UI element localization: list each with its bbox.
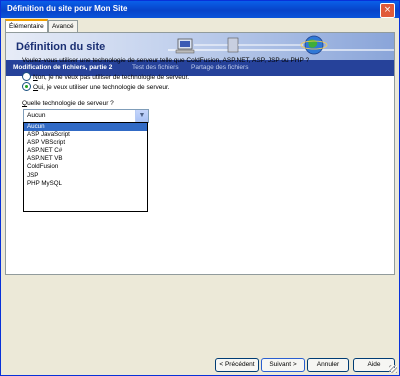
option-aspnet-csharp[interactable]: ASP.NET C# — [24, 147, 147, 155]
close-button[interactable]: × — [380, 3, 395, 18]
option-jsp[interactable]: JSP — [24, 172, 147, 180]
option-aucun[interactable]: Aucun — [24, 123, 147, 132]
radio-use-server-tech[interactable]: Oui, je veux utiliser une technologie de… — [22, 82, 170, 91]
option-php-mysql[interactable]: PHP MySQL — [24, 180, 147, 188]
radio-no-server-tech[interactable]: Non, je ne veux pas utiliser de technolo… — [22, 72, 189, 81]
tab-avance[interactable]: Avancé — [48, 20, 78, 32]
step-test: Test des fichiers — [132, 64, 179, 71]
option-asp-javascript[interactable]: ASP JavaScript — [24, 131, 147, 139]
radio-label: ui, je veux utiliser une technologie de … — [38, 84, 170, 91]
next-button[interactable]: Suivant > — [261, 358, 305, 372]
cancel-button[interactable]: Annuler — [307, 358, 349, 372]
server-globe-icon — [168, 35, 394, 55]
dialog-window: Définition du site pour Mon Site × Éléme… — [0, 0, 400, 376]
title-bar[interactable]: Définition du site pour Mon Site × — [1, 1, 399, 18]
step-modification: Modification de fichiers, partie 2 — [13, 64, 113, 71]
tab-elementaire[interactable]: Élémentaire — [5, 19, 48, 33]
label-text: uelle technologie de serveur ? — [27, 100, 114, 107]
window-title: Définition du site pour Mon Site — [7, 4, 128, 13]
option-aspnet-vb[interactable]: ASP.NET VB — [24, 155, 147, 163]
radio-label: on, je ne veux pas utiliser de technolog… — [37, 74, 190, 81]
option-asp-vbscript[interactable]: ASP VBScript — [24, 139, 147, 147]
resize-grip[interactable] — [389, 365, 397, 373]
server-technology-select[interactable]: Aucun ▼ — [23, 109, 149, 123]
previous-button[interactable]: < Précédent — [215, 358, 259, 372]
option-coldfusion[interactable]: ColdFusion — [24, 163, 147, 171]
chevron-down-icon[interactable]: ▼ — [135, 110, 148, 122]
radio-button[interactable] — [22, 82, 31, 91]
server-technology-question: Voulez-vous utiliser une technologie de … — [22, 57, 310, 64]
server-technology-label: Quelle technologie de serveur ? — [22, 100, 114, 107]
radio-button[interactable] — [22, 72, 31, 81]
page-title: Définition du site — [16, 41, 106, 53]
server-technology-dropdown: Aucun ASP JavaScript ASP VBScript ASP.NE… — [23, 122, 148, 212]
step-partage: Partage des fichiers — [191, 64, 249, 71]
select-value: Aucun — [27, 112, 46, 119]
wizard-header: Définition du site — [6, 33, 394, 60]
